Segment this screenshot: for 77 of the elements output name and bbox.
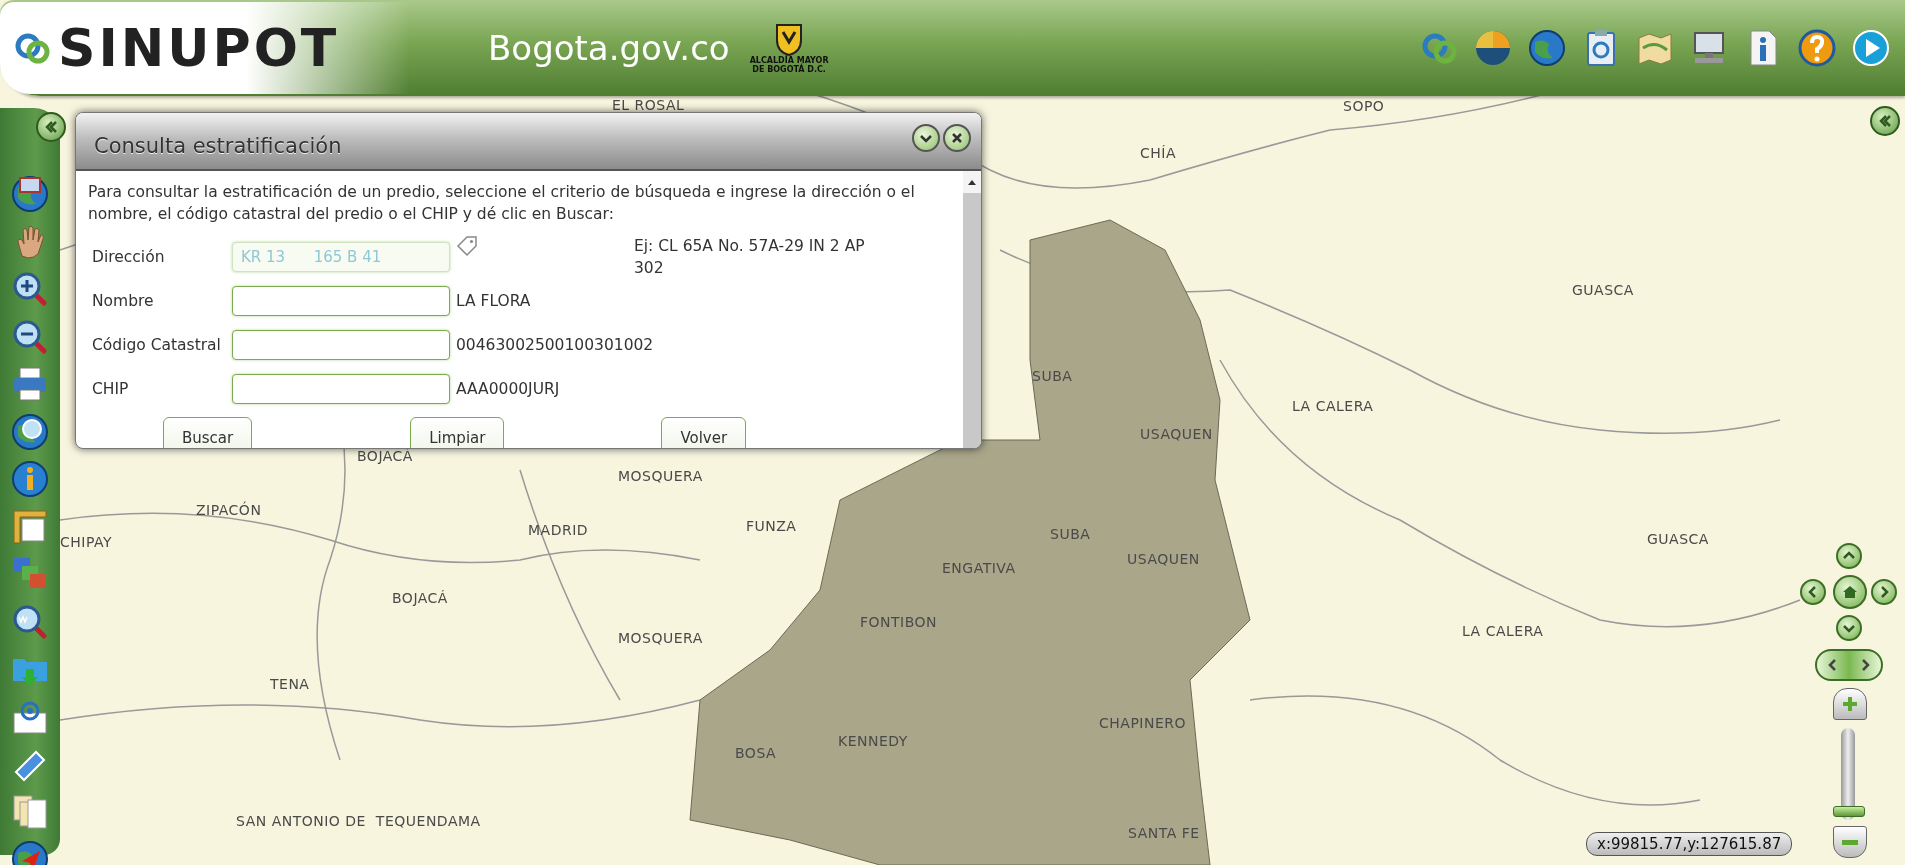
scrollbar[interactable] <box>963 171 981 448</box>
map-place-label: SAN ANTONIO DE TEQUENDAMA <box>236 813 481 829</box>
collapse-button[interactable] <box>36 112 66 142</box>
map-place-label: LA CALERA <box>1462 623 1544 639</box>
map-place-label: FUNZA <box>746 518 797 534</box>
map-place-label: GUASCA <box>1647 531 1709 547</box>
map-place-label: ENGATIVA <box>942 560 1016 576</box>
help-icon <box>1797 28 1837 68</box>
map-place-label: TENA <box>270 676 310 692</box>
globe-frame-icon <box>10 174 50 214</box>
pan-up-button[interactable] <box>1836 543 1862 569</box>
search-globe-icon <box>10 411 50 452</box>
pan-down-button[interactable] <box>1836 615 1862 641</box>
map-place-label: ZIPACÓN <box>196 502 262 518</box>
map-place-label: BOJACÁ <box>392 590 448 606</box>
map-place-label: USAQUEN <box>1127 551 1200 567</box>
double-chevron-left-icon <box>43 119 59 135</box>
pie-chart-icon <box>1473 28 1513 68</box>
dialog-button[interactable]: Buscar <box>163 417 253 448</box>
zoom-out-button[interactable] <box>1833 826 1867 858</box>
field-label: Código Catastral <box>91 335 222 356</box>
globe-icon <box>1527 28 1567 68</box>
map-place-label: SUBA <box>1050 526 1091 542</box>
collapse-button[interactable] <box>1870 106 1900 136</box>
coat-of-arms-icon <box>774 22 805 56</box>
example-text: 00463002500100301002 <box>456 335 654 356</box>
map-place-label: MOSQUERA <box>618 468 703 484</box>
zoom-in-button[interactable] <box>1833 688 1867 720</box>
zoom-slider-thumb[interactable] <box>1833 806 1865 818</box>
field-label: Dirección <box>91 247 166 268</box>
info-icon <box>10 459 50 499</box>
map-place-label: EL ROSAL <box>612 97 685 113</box>
map-place-label: USAQUEN <box>1140 426 1213 442</box>
pan-left-button[interactable] <box>1800 579 1826 605</box>
coordinates-readout: x:99815.77,y:127615.87 <box>1586 832 1793 856</box>
map-place-label: FONTIBON <box>860 614 938 630</box>
map-place-label: CHIPAY <box>60 534 113 550</box>
map-place-label: CHAPINERO <box>1099 715 1187 731</box>
app-logo-text: SINUPOT <box>58 18 340 78</box>
crest-caption: DE BOGOTÁ D.C. <box>752 65 826 74</box>
site-name: Bogota.gov.co <box>488 28 730 68</box>
map-place-label: SUBA <box>1032 368 1073 384</box>
close-button[interactable] <box>943 124 971 152</box>
dialog-title: Consulta estratificación <box>94 134 342 158</box>
home-button[interactable] <box>1833 575 1867 609</box>
example-text: LA FLORA <box>456 291 531 312</box>
map-place-label: KENNEDY <box>838 733 908 749</box>
double-chevron-left-icon <box>1877 113 1893 129</box>
example-text: AAA0000JURJ <box>456 379 560 400</box>
map-place-label: SOPO <box>1343 98 1385 114</box>
map-place-label: MADRID <box>528 522 589 538</box>
map-place-label: LA CALERA <box>1292 398 1374 414</box>
minimize-button[interactable] <box>912 124 940 152</box>
map-place-label: MOSQUERA <box>618 630 703 646</box>
home-icon <box>1842 584 1858 600</box>
plus-icon <box>1841 695 1859 713</box>
tag-icon <box>456 235 478 257</box>
field-label: Nombre <box>91 291 155 312</box>
map-place-label: GUASCA <box>1572 282 1634 298</box>
map-place-label: CHÍA <box>1140 145 1176 161</box>
minus-icon <box>1842 839 1858 845</box>
input-field[interactable] <box>232 286 450 316</box>
scroll-up-icon <box>967 178 977 186</box>
example-text: Ej: CL 65A No. 57A-29 IN 2 AP 302 <box>634 236 866 279</box>
input-field[interactable] <box>232 374 450 404</box>
instructions-text: Para consultar la estratificación de un predio, seleccione el criterio de búsqueda e ingrese la dirección o el nombre, el código catastral del predio o el CHIP y dé clic en Buscar: <box>88 182 916 225</box>
play-icon <box>1851 28 1891 68</box>
input-field[interactable] <box>232 330 450 360</box>
pan-right-button[interactable] <box>1871 579 1897 605</box>
close-icon <box>951 132 963 144</box>
dialog-button[interactable]: Limpiar <box>410 417 505 448</box>
field-label: CHIP <box>91 379 130 400</box>
dialog-button[interactable]: Volver <box>661 417 747 448</box>
crest-caption: ALCALDÍA MAYOR <box>749 56 829 65</box>
map-place-label: BOSA <box>735 745 777 761</box>
map-place-label: SANTA FE <box>1128 825 1200 841</box>
map-place-label: BOJACÁ <box>357 448 413 464</box>
